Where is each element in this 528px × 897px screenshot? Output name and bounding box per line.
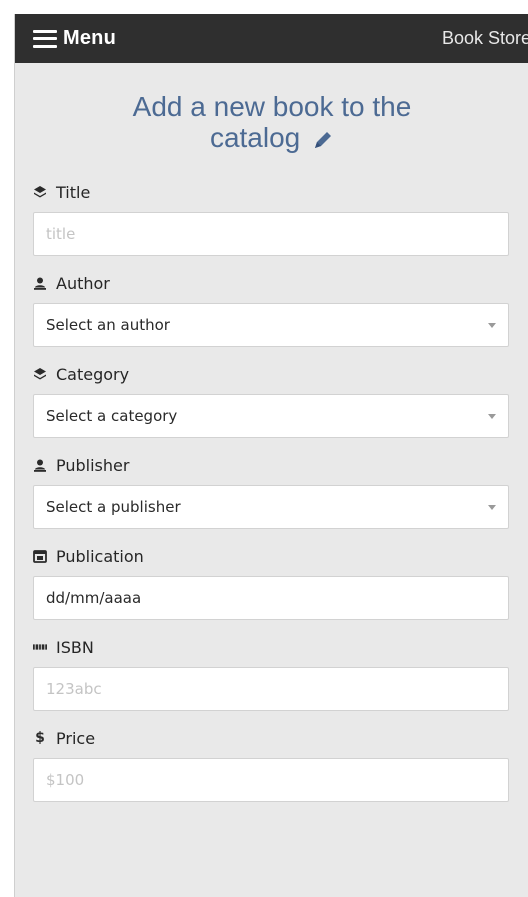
publication-label: Publication: [33, 545, 509, 567]
user-icon: [33, 458, 47, 472]
pencil-icon: [315, 131, 332, 148]
publication-date-input[interactable]: dd/mm/aaaa: [33, 576, 509, 620]
price-label: $ Price: [33, 727, 509, 749]
author-select[interactable]: Select an author: [33, 303, 509, 347]
layers-icon: [33, 367, 47, 381]
isbn-label-text: ISBN: [56, 637, 94, 657]
barcode-icon: [33, 640, 47, 654]
chevron-down-icon: [488, 323, 496, 328]
publisher-label-text: Publisher: [56, 455, 130, 475]
title-label-text: Title: [56, 182, 91, 202]
publisher-label: Publisher: [33, 454, 509, 476]
isbn-group: ISBN 123abc: [33, 636, 509, 711]
price-label-text: Price: [56, 728, 96, 748]
isbn-placeholder: 123abc: [46, 680, 102, 698]
calendar-icon: [33, 549, 47, 563]
title-group: Title title: [33, 181, 509, 256]
brand-link[interactable]: Book Store: [442, 28, 528, 49]
hamburger-icon: [33, 29, 57, 48]
category-label-text: Category: [56, 364, 130, 384]
title-input[interactable]: title: [33, 212, 509, 256]
author-label-text: Author: [56, 273, 110, 293]
price-group: $ Price $100: [33, 727, 509, 802]
author-selected-value: Select an author: [46, 316, 170, 334]
publisher-selected-value: Select a publisher: [46, 498, 181, 516]
publication-date-value: dd/mm/aaaa: [46, 589, 142, 607]
publication-label-text: Publication: [56, 546, 144, 566]
author-label: Author: [33, 272, 509, 294]
menu-toggle-button[interactable]: Menu: [33, 27, 116, 50]
page-title-line-1: Add a new book to the: [132, 91, 412, 122]
menu-label: Menu: [63, 27, 117, 49]
page-title-line-2-text: catalog: [209, 122, 301, 153]
title-label: Title: [33, 181, 509, 203]
publisher-group: Publisher Select a publisher: [33, 454, 509, 529]
category-select[interactable]: Select a category: [33, 394, 509, 438]
add-book-form: Title title Author Select an author Cate…: [15, 181, 528, 802]
dollar-icon: $: [35, 730, 45, 746]
publisher-select[interactable]: Select a publisher: [33, 485, 509, 529]
publication-group: Publication dd/mm/aaaa: [33, 545, 509, 620]
app-window: Menu Book Store Add a new book to the ca…: [14, 14, 528, 897]
user-icon: [33, 276, 47, 290]
author-group: Author Select an author: [33, 272, 509, 347]
page-title: Add a new book to the catalog: [35, 91, 509, 153]
isbn-input[interactable]: 123abc: [33, 667, 509, 711]
page-title-line-2: catalog: [35, 122, 509, 153]
category-group: Category Select a category: [33, 363, 509, 438]
isbn-label: ISBN: [33, 636, 509, 658]
price-placeholder: $100: [46, 771, 85, 789]
chevron-down-icon: [488, 414, 496, 419]
top-navbar: Menu Book Store: [15, 14, 528, 63]
category-label: Category: [33, 363, 509, 385]
price-input[interactable]: $100: [33, 758, 509, 802]
layers-icon: [33, 185, 47, 199]
category-selected-value: Select a category: [46, 407, 178, 425]
title-placeholder: title: [46, 225, 76, 243]
chevron-down-icon: [488, 505, 496, 510]
